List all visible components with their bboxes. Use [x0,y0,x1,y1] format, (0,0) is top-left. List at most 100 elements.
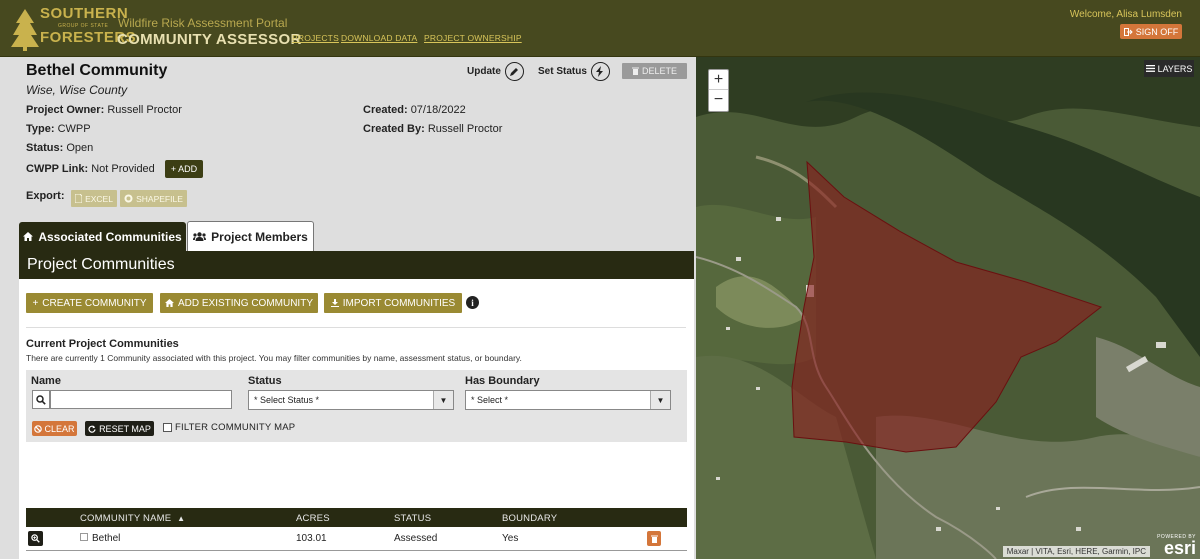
top-header: SOUTHERN GROUP OF STATE FORESTERS Wildfi… [0,0,1200,57]
users-icon [193,232,207,241]
zoom-in-button[interactable]: + [709,70,728,90]
nav-projects[interactable]: PROJECTS [292,33,339,43]
status-select-value: * Select Status * [254,395,320,405]
cell-boundary: Yes [502,533,519,544]
map-attribution: Maxar | VITA, Esri, HERE, Garmin, IPC [1002,546,1150,557]
current-communities-title: Current Project Communities [26,338,179,350]
portal-title: COMMUNITY ASSESSOR [117,31,302,48]
tab-project-members[interactable]: Project Members [187,221,314,251]
created-value: 07/18/2022 [410,104,466,116]
col-acres[interactable]: ACRES [296,513,330,524]
status-filter-label: Status [248,375,282,387]
logo-line-1: SOUTHERN [40,5,129,22]
download-icon [330,299,339,307]
nav-project-ownership[interactable]: PROJECT OWNERSHIP [424,33,522,43]
project-panel: Bethel Community Wise, Wise County Proje… [0,57,696,559]
created-by-label: Created By: [363,123,425,135]
home-icon [23,232,34,241]
lightning-icon [590,62,610,81]
status-select[interactable]: * Select Status * ▼ [248,390,454,410]
export-shapefile-button[interactable]: SHAPEFILE [120,190,187,207]
clear-button[interactable]: CLEAR [32,421,77,436]
update-button[interactable]: Update [467,62,524,81]
communities-content: Project Communities + CREATE COMMUNITY A… [19,251,694,559]
pine-tree-icon [11,9,39,51]
refresh-icon [88,425,96,433]
esri-wordmark: esri [1163,538,1196,558]
filter-community-map-checkbox[interactable] [163,423,172,432]
sign-off-button[interactable]: SIGN OFF [1120,24,1182,39]
clear-label: CLEAR [44,423,75,434]
project-location: Wise, Wise County [26,83,128,97]
zoom-to-community-button[interactable] [28,531,43,546]
reset-map-button[interactable]: RESET MAP [85,421,154,436]
name-filter-input[interactable] [50,390,232,409]
delete-button[interactable]: DELETE [622,63,687,79]
create-community-label: CREATE COMMUNITY [42,297,147,309]
layers-button[interactable]: LAYERS [1144,60,1194,77]
ban-icon [34,424,43,433]
add-cwpp-link-button[interactable]: + ADD [165,160,203,178]
filter-community-map-label: FILTER COMMUNITY MAP [175,422,296,433]
section-title: Project Communities [19,251,694,279]
create-community-button[interactable]: + CREATE COMMUNITY [26,293,153,313]
set-status-button[interactable]: Set Status [538,62,610,81]
set-status-label: Set Status [538,66,587,77]
col-community-name[interactable]: COMMUNITY NAME ▲ [80,513,185,524]
excel-label: EXCEL [85,193,113,204]
tab-members-label: Project Members [211,229,308,244]
project-status: Status: Open [26,142,93,154]
export-excel-button[interactable]: EXCEL [71,190,117,207]
created-date: Created: 07/18/2022 [363,104,466,116]
project-status-label: Status: [26,142,64,154]
sign-off-label: SIGN OFF [1135,26,1179,37]
cell-status: Assessed [394,533,438,544]
export-label: Export: [26,190,65,202]
trash-icon [650,535,658,543]
boundary-select[interactable]: * Select * ▼ [465,390,671,410]
satellite-imagery [696,57,1200,559]
search-plus-icon [31,534,40,543]
import-communities-button[interactable]: IMPORT COMMUNITIES [324,293,462,313]
project-owner-label: Project Owner: [26,104,105,116]
zoom-out-button[interactable]: − [709,90,728,110]
globe-icon [124,194,133,203]
col-boundary[interactable]: BOUNDARY [502,513,557,524]
add-existing-community-button[interactable]: ADD EXISTING COMMUNITY [160,293,318,313]
info-icon[interactable]: i [466,296,479,309]
search-icon [36,394,46,405]
portal-subtitle: Wildfire Risk Assessment Portal [118,16,288,30]
project-owner: Project Owner: Russell Proctor [26,104,182,116]
file-excel-icon [75,194,83,203]
delete-row-button[interactable] [647,531,661,546]
chevron-down-icon: ▼ [650,391,670,409]
cell-acres: 103.01 [296,533,327,544]
table-header: COMMUNITY NAME ▲ ACRES STATUS BOUNDARY [26,508,687,527]
cwpp-link: CWPP Link: Not Provided [26,163,155,175]
project-type-value: CWPP [57,123,91,135]
import-label: IMPORT COMMUNITIES [342,297,456,309]
created-by: Created By: Russell Proctor [363,123,502,135]
cell-community-name: Bethel [92,533,121,544]
add-existing-label: ADD EXISTING COMMUNITY [177,297,313,309]
cwpp-link-label: CWPP Link: [26,163,89,175]
trash-icon [631,67,639,75]
tab-associated-communities[interactable]: Associated Communities [19,222,186,251]
table-row: Bethel 103.01 Assessed Yes [26,527,687,551]
chevron-down-icon: ▼ [433,391,453,409]
nav-download-data[interactable]: DOWNLOAD DATA [341,33,417,43]
southern-foresters-logo[interactable]: SOUTHERN GROUP OF STATE FORESTERS [10,5,136,51]
shapefile-label: SHAPEFILE [136,193,183,204]
layers-label: LAYERS [1157,63,1193,74]
plus-icon: + [32,297,39,309]
pencil-icon [504,62,524,81]
search-button[interactable] [32,390,50,409]
satellite-map[interactable]: + − LAYERS Maxar | VITA, Esri, HERE, Gar… [696,57,1200,559]
project-type: Type: CWPP [26,123,91,135]
reset-map-label: RESET MAP [99,423,151,434]
divider [26,327,686,328]
project-title: Bethel Community [26,62,168,79]
row-checkbox[interactable] [80,533,88,541]
zoom-control: + − [708,69,729,112]
col-status[interactable]: STATUS [394,513,431,524]
